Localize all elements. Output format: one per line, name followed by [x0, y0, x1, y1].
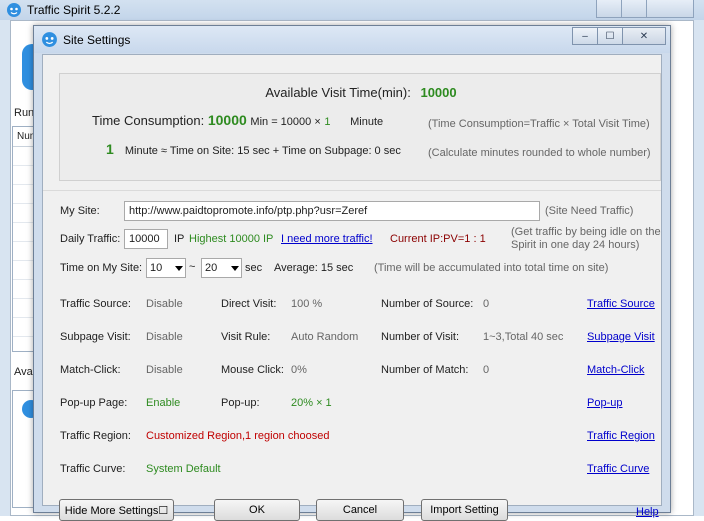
popup-value: 20% × 1 — [291, 397, 332, 409]
popup-label: Pop-up: — [221, 397, 260, 409]
ip-label: IP — [174, 233, 185, 245]
dialog-titlebar[interactable]: Site Settings – ☐ ✕ — [34, 26, 670, 53]
number-of-visit-value: 1~3,Total 40 sec — [483, 331, 564, 343]
minutes-note: (Calculate minutes rounded to whole numb… — [428, 147, 651, 159]
time-to-value: 20 — [205, 262, 218, 274]
site-settings-dialog: Site Settings – ☐ ✕ Available Visit Time… — [33, 25, 671, 521]
available-visit-time-label: Available Visit Time(min): — [265, 85, 411, 100]
sec-label: sec — [245, 262, 263, 274]
chevron-down-icon — [175, 266, 183, 271]
window-controls: – ☐ ✕ — [572, 27, 666, 45]
multiplier-value: 1 — [324, 116, 331, 128]
main-close-button[interactable] — [646, 0, 694, 18]
dialog-title: Site Settings — [63, 33, 131, 47]
time-from-select[interactable]: 10 — [146, 258, 186, 278]
chevron-down-icon — [231, 266, 239, 271]
daily-traffic-input[interactable]: 10000 — [124, 229, 168, 249]
subpage-visit-link[interactable]: Subpage Visit — [587, 331, 655, 343]
idle-note-line1: (Get traffic by being idle on the — [511, 226, 661, 238]
visit-time-info-panel: Available Visit Time(min): 10000 Time Co… — [59, 73, 661, 181]
cancel-button[interactable]: Cancel — [316, 499, 404, 521]
traffic-region-link[interactable]: Traffic Region — [587, 430, 655, 442]
traffic-source-link[interactable]: Traffic Source — [587, 298, 655, 310]
average-time: Average: 15 sec — [274, 262, 354, 274]
time-consumption-line: Time Consumption: 10000 Min = 10000 × 1 … — [92, 112, 383, 128]
available-visit-time: Available Visit Time(min): 10000 — [60, 85, 662, 100]
dialog-body: Available Visit Time(min): 10000 Time Co… — [42, 54, 662, 521]
idle-note-line2: Spirit in one day 24 hours) — [511, 239, 640, 251]
direct-visit-label: Direct Visit: — [221, 298, 277, 310]
time-to-select[interactable]: 20 — [201, 258, 242, 278]
minutes-value: 1 — [106, 141, 114, 157]
main-titlebar: Traffic Spirit 5.2.2 — [0, 0, 704, 20]
mouse-click-value: 0% — [291, 364, 307, 376]
import-setting-button[interactable]: Import Setting — [421, 499, 508, 521]
close-button[interactable]: ✕ — [622, 27, 666, 45]
daily-traffic-label: Daily Traffic: — [60, 233, 121, 245]
ok-button[interactable]: OK — [214, 499, 300, 521]
traffic-spirit-logo-icon — [42, 32, 57, 47]
my-site-input[interactable]: http://www.paidtopromote.info/ptp.php?us… — [124, 201, 540, 221]
minutes-formula: Minute ≈ Time on Site: 15 sec + Time on … — [124, 145, 401, 157]
time-consumption-value: 10000 — [207, 112, 247, 128]
close-icon: ✕ — [639, 30, 649, 42]
traffic-curve-link[interactable]: Traffic Curve — [587, 463, 649, 475]
number-of-match-label: Number of Match: — [381, 364, 469, 376]
time-on-site-label: Time on My Site: — [60, 262, 143, 274]
minimize-icon: – — [582, 30, 588, 42]
traffic-curve-label: Traffic Curve: — [60, 463, 126, 475]
available-visit-time-value: 10000 — [420, 85, 457, 100]
popup-link[interactable]: Pop-up — [587, 397, 622, 409]
number-of-source-value: 0 — [483, 298, 490, 310]
my-site-label: My Site: — [60, 205, 100, 217]
minutes-line: 1 Minute ≈ Time on Site: 15 sec + Time o… — [106, 141, 401, 157]
minimize-button[interactable]: – — [572, 27, 598, 45]
minute-label: Minute — [350, 116, 384, 128]
help-link[interactable]: Help — [636, 506, 659, 518]
mouse-click-label: Mouse Click: — [221, 364, 284, 376]
time-from-value: 10 — [150, 262, 163, 274]
time-consumption-note: (Time Consumption=Traffic × Total Visit … — [428, 118, 650, 130]
subpage-visit-label: Subpage Visit: — [60, 331, 131, 343]
main-maximize-button[interactable] — [621, 0, 647, 18]
main-minimize-button[interactable] — [596, 0, 622, 18]
main-window-title: Traffic Spirit 5.2.2 — [27, 3, 121, 17]
match-click-link[interactable]: Match-Click — [587, 364, 644, 376]
number-of-visit-label: Number of Visit: — [381, 331, 460, 343]
traffic-curve-value: System Default — [146, 463, 221, 475]
direct-visit-value: 100 % — [291, 298, 323, 310]
traffic-spirit-logo-icon — [7, 3, 21, 17]
match-click-label: Match-Click: — [60, 364, 121, 376]
maximize-button[interactable]: ☐ — [597, 27, 623, 45]
traffic-region-label: Traffic Region: — [60, 430, 131, 442]
match-click-value: Disable — [146, 364, 183, 376]
visit-rule-value: Auto Random — [291, 331, 359, 343]
current-ip-ratio: Current IP:PV=1 : 1 — [390, 233, 486, 245]
need-more-traffic-link[interactable]: I need more traffic! — [281, 233, 373, 245]
range-tilde: ~ — [189, 261, 196, 273]
my-site-note: (Site Need Traffic) — [545, 205, 634, 217]
popup-page-value: Enable — [146, 397, 181, 409]
subpage-visit-value: Disable — [146, 331, 183, 343]
traffic-source-label: Traffic Source: — [60, 298, 131, 310]
highest-ip: Highest 10000 IP — [189, 233, 274, 245]
divider — [43, 190, 661, 191]
maximize-icon: ☐ — [605, 30, 615, 42]
popup-page-label: Pop-up Page: — [60, 397, 128, 409]
traffic-region-value: Customized Region,1 region choosed — [146, 430, 330, 442]
min-equation: Min = 10000 × — [250, 116, 321, 128]
time-note: (Time will be accumulated into total tim… — [374, 262, 609, 274]
visit-rule-label: Visit Rule: — [221, 331, 271, 343]
number-of-match-value: 0 — [483, 364, 490, 376]
hide-more-settings-button[interactable]: Hide More Settings☐ — [59, 499, 174, 521]
number-of-source-label: Number of Source: — [381, 298, 474, 310]
time-consumption-label: Time Consumption: — [92, 113, 205, 128]
traffic-source-value: Disable — [146, 298, 183, 310]
